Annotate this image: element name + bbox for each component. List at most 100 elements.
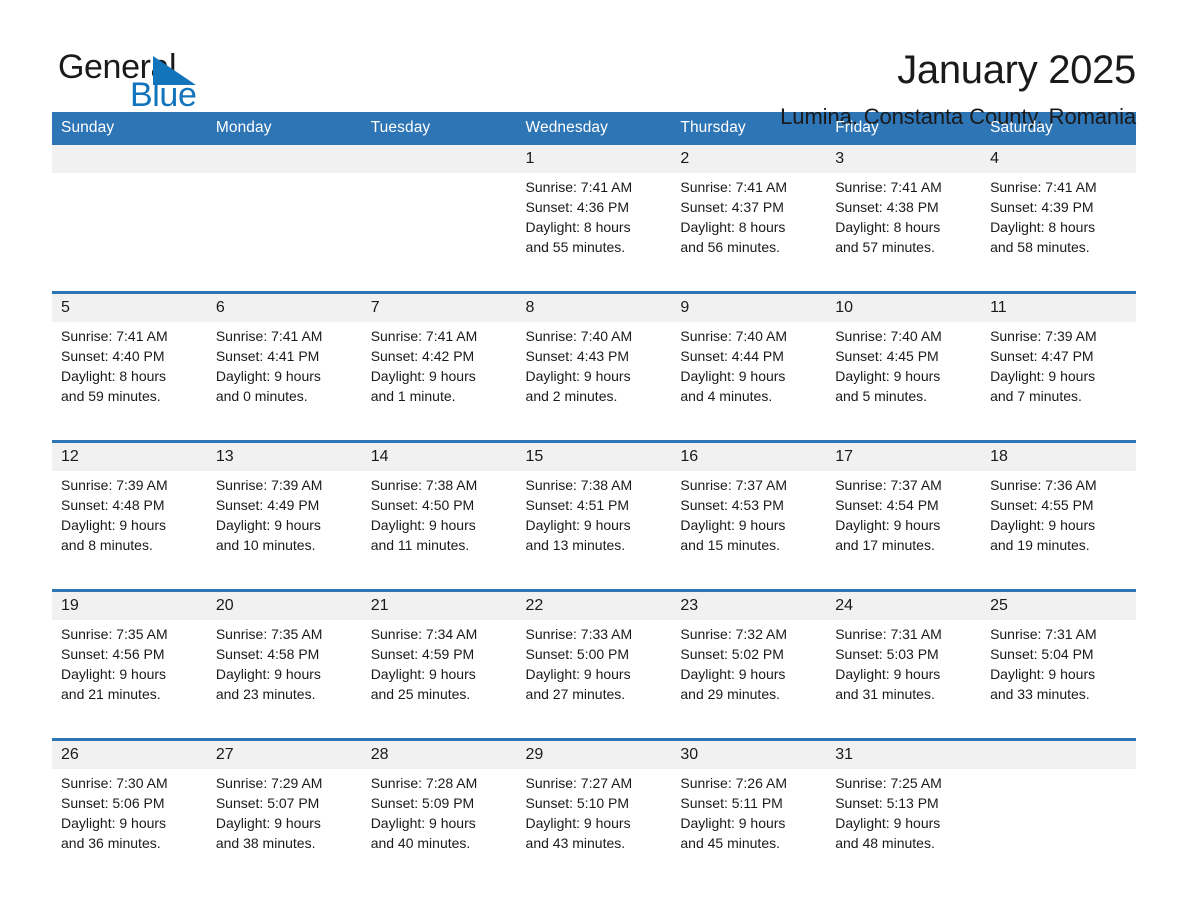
daylight-text: Daylight: 9 hours	[680, 368, 786, 384]
sunset-text: Sunset: 4:39 PM	[990, 199, 1094, 215]
day-cell[interactable]: Sunrise: 7:40 AM Sunset: 4:44 PM Dayligh…	[671, 322, 827, 442]
day-cell[interactable]: Sunrise: 7:41 AM Sunset: 4:36 PM Dayligh…	[516, 173, 672, 293]
sunrise-text: Sunrise: 7:26 AM	[680, 775, 787, 791]
sunrise-text: Sunrise: 7:38 AM	[525, 477, 633, 493]
daylight-text: Daylight: 9 hours	[835, 517, 941, 533]
day-cell[interactable]: Sunrise: 7:32 AM Sunset: 5:02 PM Dayligh…	[671, 620, 827, 740]
daylight-text-cont: and 33 minutes.	[990, 686, 1090, 702]
day-cell[interactable]: Sunrise: 7:28 AM Sunset: 5:09 PM Dayligh…	[361, 769, 517, 887]
date-number: 16	[671, 440, 827, 471]
daylight-text-cont: and 25 minutes.	[370, 686, 471, 702]
day-cell[interactable]: Sunrise: 7:41 AM Sunset: 4:42 PM Dayligh…	[361, 322, 517, 442]
date-number: 30	[671, 738, 827, 769]
day-cell[interactable]: Sunrise: 7:41 AM Sunset: 4:38 PM Dayligh…	[826, 173, 982, 293]
day-cell[interactable]: Sunrise: 7:38 AM Sunset: 4:51 PM Dayligh…	[516, 471, 672, 591]
day-cell[interactable]: Sunrise: 7:27 AM Sunset: 5:10 PM Dayligh…	[516, 769, 672, 887]
day-cell[interactable]: Sunrise: 7:39 AM Sunset: 4:48 PM Dayligh…	[52, 471, 207, 591]
day-cell[interactable]: Sunrise: 7:37 AM Sunset: 4:53 PM Dayligh…	[671, 471, 827, 591]
day-cell[interactable]: Sunrise: 7:41 AM Sunset: 4:39 PM Dayligh…	[981, 173, 1136, 293]
day-cell[interactable]: Sunrise: 7:41 AM Sunset: 4:37 PM Dayligh…	[671, 173, 827, 293]
sunrise-text: Sunrise: 7:41 AM	[525, 179, 633, 195]
daylight-text-cont: and 4 minutes.	[680, 388, 773, 404]
sunset-text: Sunset: 5:13 PM	[835, 795, 939, 811]
daylight-text: Daylight: 9 hours	[680, 517, 786, 533]
day-cell[interactable]: Sunrise: 7:31 AM Sunset: 5:03 PM Dayligh…	[826, 620, 982, 740]
sunrise-text: Sunrise: 7:41 AM	[61, 328, 168, 344]
day-cell-empty	[981, 769, 1136, 887]
date-number: 13	[206, 440, 362, 471]
sunrise-text: Sunrise: 7:27 AM	[525, 775, 633, 791]
date-number: 8	[516, 291, 672, 322]
date-number: 22	[516, 589, 672, 620]
day-cell[interactable]: Sunrise: 7:31 AM Sunset: 5:04 PM Dayligh…	[981, 620, 1136, 740]
day-cell[interactable]: Sunrise: 7:41 AM Sunset: 4:41 PM Dayligh…	[206, 322, 362, 442]
date-number: 7	[361, 291, 517, 322]
day-cell[interactable]: Sunrise: 7:36 AM Sunset: 4:55 PM Dayligh…	[981, 471, 1136, 591]
day-cell[interactable]: Sunrise: 7:26 AM Sunset: 5:11 PM Dayligh…	[671, 769, 827, 887]
day-cell[interactable]: Sunrise: 7:38 AM Sunset: 4:50 PM Dayligh…	[361, 471, 517, 591]
daylight-text-cont: and 10 minutes.	[215, 537, 316, 553]
day-cell[interactable]: Sunrise: 7:35 AM Sunset: 4:58 PM Dayligh…	[206, 620, 362, 740]
day-cell[interactable]: Sunrise: 7:37 AM Sunset: 4:54 PM Dayligh…	[826, 471, 982, 591]
daylight-text-cont: and 13 minutes.	[525, 537, 626, 553]
sunrise-text: Sunrise: 7:40 AM	[680, 328, 787, 344]
sunset-text: Sunset: 4:54 PM	[835, 497, 939, 513]
daylight-text-cont: and 21 minutes.	[61, 686, 161, 702]
daylight-text: Daylight: 9 hours	[835, 666, 941, 682]
sunset-text: Sunset: 5:03 PM	[835, 646, 939, 662]
sunrise-text: Sunrise: 7:41 AM	[370, 328, 478, 344]
date-number: 12	[52, 440, 207, 471]
day-cell[interactable]: Sunrise: 7:34 AM Sunset: 4:59 PM Dayligh…	[361, 620, 517, 740]
date-number: 19	[52, 589, 207, 620]
sunset-text: Sunset: 4:40 PM	[61, 348, 165, 364]
daylight-text-cont: and 36 minutes.	[61, 835, 161, 851]
daylight-text: Daylight: 9 hours	[61, 666, 167, 682]
daylight-text: Daylight: 8 hours	[835, 219, 941, 235]
week-1-info-row: Sunrise: 7:41 AM Sunset: 4:36 PM Dayligh…	[52, 173, 1136, 293]
sunrise-text: Sunrise: 7:34 AM	[370, 626, 478, 642]
date-number	[52, 145, 207, 173]
date-number	[206, 145, 362, 173]
day-cell[interactable]: Sunrise: 7:33 AM Sunset: 5:00 PM Dayligh…	[516, 620, 672, 740]
sunset-text: Sunset: 5:02 PM	[680, 646, 784, 662]
day-cell[interactable]: Sunrise: 7:30 AM Sunset: 5:06 PM Dayligh…	[52, 769, 207, 887]
day-cell[interactable]: Sunrise: 7:40 AM Sunset: 4:43 PM Dayligh…	[516, 322, 672, 442]
daylight-text-cont: and 8 minutes.	[61, 537, 153, 553]
day-cell[interactable]: Sunrise: 7:39 AM Sunset: 4:49 PM Dayligh…	[206, 471, 362, 591]
sunrise-text: Sunrise: 7:41 AM	[680, 179, 787, 195]
daylight-text: Daylight: 8 hours	[680, 219, 786, 235]
page-title: January 2025	[897, 48, 1136, 92]
sunset-text: Sunset: 5:11 PM	[680, 795, 783, 811]
daylight-text: Daylight: 9 hours	[990, 666, 1096, 682]
sunset-text: Sunset: 4:44 PM	[680, 348, 784, 364]
sunrise-text: Sunrise: 7:28 AM	[370, 775, 478, 791]
daylight-text-cont: and 17 minutes.	[835, 537, 935, 553]
date-number: 4	[981, 145, 1136, 173]
daylight-text-cont: and 1 minute.	[370, 388, 456, 404]
sunrise-text: Sunrise: 7:37 AM	[680, 477, 787, 493]
daylight-text: Daylight: 9 hours	[990, 517, 1096, 533]
week-3-info-row: Sunrise: 7:39 AM Sunset: 4:48 PM Dayligh…	[52, 471, 1136, 591]
day-cell[interactable]: Sunrise: 7:25 AM Sunset: 5:13 PM Dayligh…	[826, 769, 982, 887]
sunrise-text: Sunrise: 7:35 AM	[215, 626, 323, 642]
sunset-text: Sunset: 5:09 PM	[370, 795, 475, 811]
day-cell[interactable]: Sunrise: 7:29 AM Sunset: 5:07 PM Dayligh…	[206, 769, 362, 887]
date-number: 15	[516, 440, 672, 471]
date-number: 5	[52, 291, 207, 322]
daylight-text-cont: and 57 minutes.	[835, 239, 935, 255]
daylight-text-cont: and 40 minutes.	[370, 835, 471, 851]
daylight-text: Daylight: 9 hours	[61, 517, 167, 533]
day-cell[interactable]: Sunrise: 7:35 AM Sunset: 4:56 PM Dayligh…	[52, 620, 207, 740]
daylight-text-cont: and 11 minutes.	[370, 537, 470, 553]
daylight-text-cont: and 43 minutes.	[525, 835, 626, 851]
day-cell[interactable]: Sunrise: 7:40 AM Sunset: 4:45 PM Dayligh…	[826, 322, 982, 442]
calendar-table: Sunday Monday Tuesday Wednesday Thursday…	[52, 112, 1136, 887]
sunset-text: Sunset: 4:51 PM	[525, 497, 630, 513]
day-cell[interactable]: Sunrise: 7:41 AM Sunset: 4:40 PM Dayligh…	[52, 322, 207, 442]
sunrise-text: Sunrise: 7:39 AM	[61, 477, 168, 493]
date-number: 3	[826, 145, 982, 173]
sunset-text: Sunset: 4:37 PM	[680, 199, 784, 215]
daylight-text: Daylight: 9 hours	[215, 815, 321, 831]
daylight-text: Daylight: 9 hours	[370, 517, 476, 533]
day-cell[interactable]: Sunrise: 7:39 AM Sunset: 4:47 PM Dayligh…	[981, 322, 1136, 442]
